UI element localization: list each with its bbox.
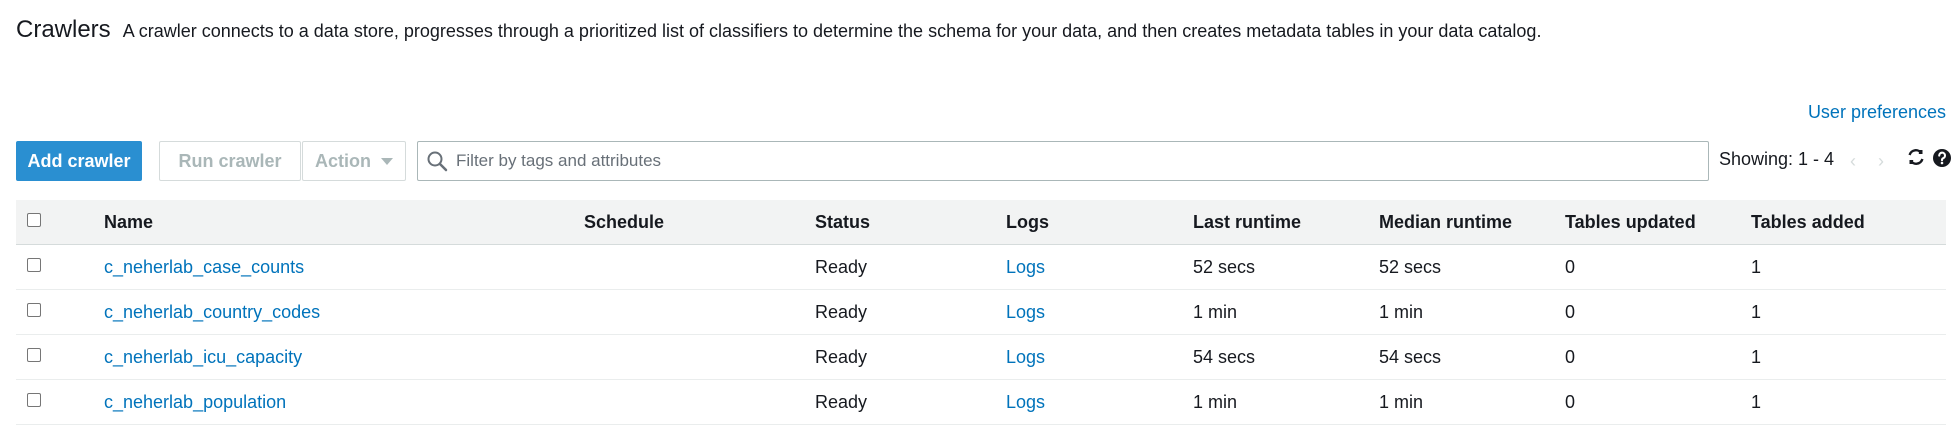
- column-header-schedule[interactable]: Schedule: [584, 200, 664, 244]
- logs-link[interactable]: Logs: [1006, 380, 1045, 424]
- row-checkbox[interactable]: [27, 258, 41, 272]
- crawlers-table: Name Schedule Status Logs Last runtime M…: [16, 200, 1946, 425]
- toolbar: Add crawler Run crawler Action Showing: …: [16, 141, 1951, 181]
- logs-link[interactable]: Logs: [1006, 290, 1045, 334]
- row-checkbox[interactable]: [27, 348, 41, 362]
- table-header-row: Name Schedule Status Logs Last runtime M…: [16, 200, 1946, 245]
- column-header-last-runtime[interactable]: Last runtime: [1193, 200, 1301, 244]
- logs-link[interactable]: Logs: [1006, 245, 1045, 289]
- tables-updated-cell: 0: [1565, 347, 1576, 367]
- median-runtime-cell: 1 min: [1379, 392, 1424, 412]
- crawler-name-link[interactable]: c_neherlab_case_counts: [104, 245, 304, 289]
- add-crawler-button[interactable]: Add crawler: [16, 141, 142, 181]
- column-header-status[interactable]: Status: [815, 200, 870, 244]
- run-crawler-button[interactable]: Run crawler: [159, 141, 301, 181]
- status-cell: Ready: [815, 302, 868, 322]
- action-dropdown-label: Action: [315, 150, 371, 171]
- median-runtime-cell: 1 min: [1379, 302, 1424, 322]
- user-preferences-link[interactable]: User preferences: [1808, 102, 1946, 123]
- chevron-left-icon[interactable]: ‹: [1850, 151, 1856, 172]
- median-runtime-cell: 54 secs: [1379, 347, 1442, 367]
- last-runtime-cell: 1 min: [1193, 302, 1238, 322]
- table-row: c_neherlab_case_counts Ready Logs 52 sec…: [16, 245, 1946, 290]
- tables-added-cell: 1: [1751, 257, 1762, 277]
- column-header-median-runtime[interactable]: Median runtime: [1379, 200, 1512, 244]
- last-runtime-cell: 52 secs: [1193, 257, 1256, 277]
- last-runtime-cell: 1 min: [1193, 392, 1238, 412]
- logs-link[interactable]: Logs: [1006, 335, 1045, 379]
- page-header: Crawlers A crawler connects to a data st…: [16, 16, 1541, 44]
- filter-input[interactable]: [454, 150, 1678, 172]
- tables-updated-cell: 0: [1565, 392, 1576, 412]
- tables-added-cell: 1: [1751, 302, 1762, 322]
- search-icon: [427, 151, 448, 172]
- column-header-logs[interactable]: Logs: [1006, 200, 1049, 244]
- tables-added-cell: 1: [1751, 347, 1762, 367]
- column-header-tables-added[interactable]: Tables added: [1751, 200, 1865, 244]
- tables-added-cell: 1: [1751, 392, 1762, 412]
- crawler-name-link[interactable]: c_neherlab_icu_capacity: [104, 335, 302, 379]
- table-row: c_neherlab_icu_capacity Ready Logs 54 se…: [16, 335, 1946, 380]
- pagination-status: Showing: 1 - 4: [1719, 149, 1835, 169]
- status-cell: Ready: [815, 392, 868, 412]
- table-row: c_neherlab_population Ready Logs 1 min 1…: [16, 380, 1946, 425]
- refresh-icon[interactable]: [1906, 147, 1926, 167]
- status-cell: Ready: [815, 257, 868, 277]
- row-checkbox[interactable]: [27, 303, 41, 317]
- median-runtime-cell: 52 secs: [1379, 257, 1442, 277]
- help-icon[interactable]: [1932, 148, 1952, 168]
- page-description: A crawler connects to a data store, prog…: [122, 21, 1542, 41]
- crawler-name-link[interactable]: c_neherlab_population: [104, 380, 286, 424]
- crawler-name-link[interactable]: c_neherlab_country_codes: [104, 290, 320, 334]
- column-header-name[interactable]: Name: [104, 200, 153, 244]
- page-title: Crawlers: [16, 16, 111, 43]
- tables-updated-cell: 0: [1565, 302, 1576, 322]
- chevron-right-icon[interactable]: ›: [1878, 151, 1884, 172]
- tables-updated-cell: 0: [1565, 257, 1576, 277]
- action-dropdown[interactable]: Action: [302, 141, 406, 181]
- last-runtime-cell: 54 secs: [1193, 347, 1256, 367]
- column-header-tables-updated[interactable]: Tables updated: [1565, 200, 1696, 244]
- filter-search-box[interactable]: [417, 141, 1709, 181]
- row-checkbox[interactable]: [27, 393, 41, 407]
- table-row: c_neherlab_country_codes Ready Logs 1 mi…: [16, 290, 1946, 335]
- select-all-checkbox[interactable]: [27, 213, 41, 227]
- caret-down-icon: [381, 157, 393, 165]
- status-cell: Ready: [815, 347, 868, 367]
